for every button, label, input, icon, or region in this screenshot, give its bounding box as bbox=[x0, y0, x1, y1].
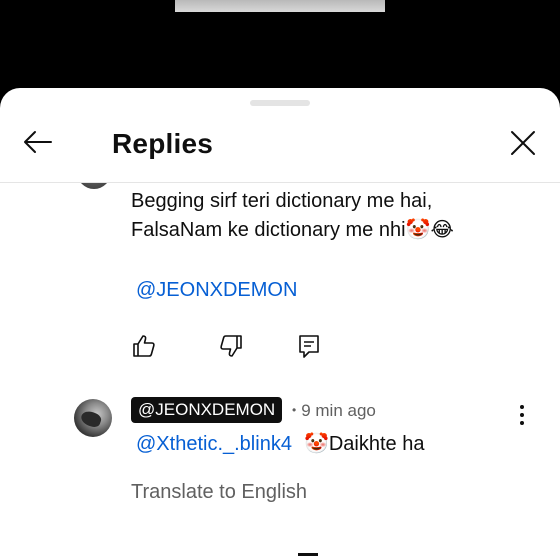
reply-text: @Xthetic._.blink4 🤡Daikhte ha bbox=[136, 431, 424, 456]
reply-text-content: Daikhte ha bbox=[328, 433, 425, 455]
emoji: 🤡😂 bbox=[405, 219, 454, 241]
thumbs-down-icon bbox=[220, 335, 242, 357]
avatar[interactable] bbox=[77, 183, 111, 189]
replies-sheet: Replies Begging sirf teri dictionary me … bbox=[0, 88, 560, 560]
video-preview bbox=[175, 0, 385, 12]
comment-meta: • 9 min ago bbox=[292, 401, 376, 421]
reply-button[interactable] bbox=[296, 333, 322, 359]
comment-line-text: FalsaNam ke dictionary me nhi bbox=[131, 219, 406, 241]
timestamp: 9 min ago bbox=[301, 401, 376, 420]
reply-item: @JEONXDEMON • 9 min ago @Xthetic._.blink4… bbox=[0, 395, 560, 525]
comment-actions bbox=[0, 333, 560, 363]
comment-line: Begging sirf teri dictionary me hai, bbox=[131, 190, 433, 212]
close-button[interactable] bbox=[506, 126, 540, 160]
translate-button[interactable]: Translate to English bbox=[131, 481, 307, 504]
arrow-left-icon bbox=[24, 131, 52, 153]
close-icon bbox=[511, 131, 535, 155]
author-badge[interactable]: @JEONXDEMON bbox=[131, 397, 283, 423]
reply-comment-icon bbox=[299, 335, 319, 358]
mention-link[interactable]: @JEONXDEMON bbox=[136, 279, 297, 302]
like-button[interactable] bbox=[131, 333, 157, 359]
drag-handle[interactable] bbox=[250, 100, 310, 106]
sheet-header: Replies bbox=[0, 114, 560, 182]
separator: • bbox=[292, 403, 297, 417]
scroll-indicator bbox=[298, 553, 318, 556]
emoji: 🤡 bbox=[303, 433, 329, 455]
thumbs-up-icon bbox=[133, 335, 155, 357]
page-title: Replies bbox=[112, 128, 213, 159]
parent-comment-text: Begging sirf teri dictionary me hai, Fal… bbox=[131, 187, 454, 245]
dislike-button[interactable] bbox=[218, 333, 244, 359]
more-options-button[interactable] bbox=[510, 401, 534, 429]
avatar[interactable] bbox=[74, 399, 112, 437]
replies-list: Begging sirf teri dictionary me hai, Fal… bbox=[0, 183, 560, 560]
comment-line: FalsaNam ke dictionary me nhi🤡😂 bbox=[131, 216, 454, 245]
back-button[interactable] bbox=[20, 124, 56, 160]
mention-link[interactable]: @Xthetic._.blink4 bbox=[136, 433, 292, 455]
